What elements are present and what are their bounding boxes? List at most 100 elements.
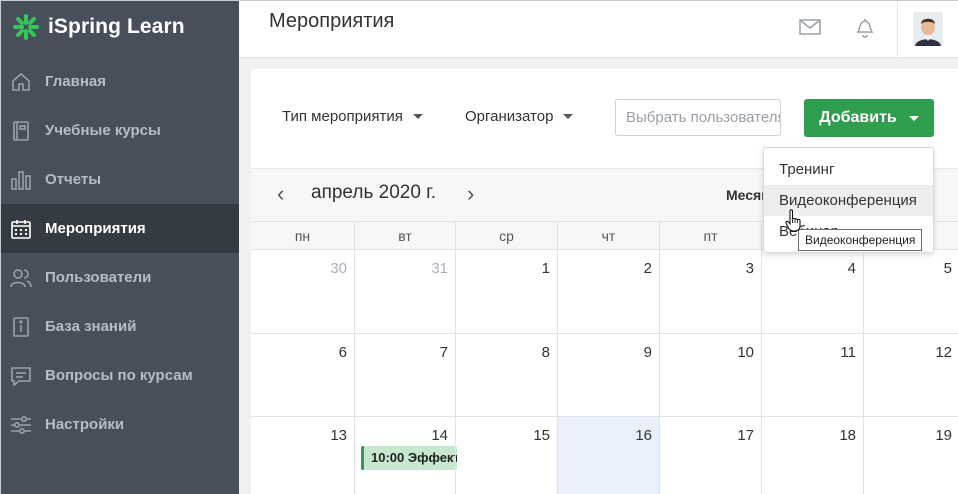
sidebar-item-courses[interactable]: Учебные курсы bbox=[1, 106, 239, 155]
day-number: 6 bbox=[338, 344, 347, 361]
weekday-header: пт bbox=[659, 222, 761, 250]
calendar-day-cell[interactable]: 10 bbox=[659, 334, 761, 417]
sidebar-item-home[interactable]: Главная bbox=[1, 57, 239, 106]
calendar-event[interactable]: 10:00 Эффективные продажи bbox=[361, 446, 457, 470]
info-book-icon bbox=[10, 316, 32, 338]
user-menu[interactable] bbox=[897, 1, 958, 57]
tooltip: Видеоконференция bbox=[798, 229, 923, 251]
day-number: 4 bbox=[847, 260, 856, 277]
day-number: 11 bbox=[840, 344, 856, 361]
calendar-day-cell[interactable]: 15 bbox=[455, 417, 557, 494]
sidebar-item-events[interactable]: Мероприятия bbox=[1, 204, 239, 253]
day-number: 14 bbox=[431, 427, 448, 444]
sidebar-item-label: Настройки bbox=[45, 416, 125, 433]
day-number: 1 bbox=[541, 260, 550, 277]
prev-month-icon[interactable]: ‹ bbox=[277, 183, 284, 205]
sidebar-item-label: Учебные курсы bbox=[45, 122, 161, 139]
weekday-header: ср bbox=[455, 222, 557, 250]
day-number: 8 bbox=[541, 344, 550, 361]
calendar-day-cell[interactable]: 4 bbox=[761, 250, 863, 334]
day-number: 13 bbox=[330, 427, 347, 444]
bar-chart-icon bbox=[10, 169, 32, 191]
calendar-day-cell[interactable]: 5 bbox=[863, 250, 958, 334]
calendar-day-cell[interactable]: 14 10:00 Эффективные продажи bbox=[354, 417, 457, 494]
day-number: 17 bbox=[737, 427, 754, 444]
chat-icon bbox=[10, 365, 32, 387]
users-icon bbox=[10, 267, 32, 289]
day-number: 3 bbox=[745, 260, 754, 277]
calendar-day-cell[interactable]: 18 bbox=[761, 417, 863, 494]
chevron-down-icon bbox=[908, 115, 919, 121]
sidebar: iSpring Learn Главная Учебные курсы Отче… bbox=[1, 1, 239, 494]
menu-item-training[interactable]: Тренинг bbox=[764, 154, 933, 185]
avatar[interactable] bbox=[913, 12, 943, 46]
day-number: 10 bbox=[737, 344, 754, 361]
sidebar-nav: Главная Учебные курсы Отчеты Мероприятия… bbox=[1, 57, 239, 449]
book-icon bbox=[10, 120, 32, 142]
calendar-day-cell[interactable]: 13 bbox=[251, 417, 354, 494]
mail-icon[interactable] bbox=[798, 15, 822, 39]
chevron-down-icon bbox=[563, 114, 574, 119]
calendar-day-cell[interactable]: 12 bbox=[863, 334, 958, 417]
organizer-filter[interactable]: Организатор bbox=[465, 108, 574, 125]
sidebar-item-knowledge-base[interactable]: База знаний bbox=[1, 302, 239, 351]
month-title: апрель 2020 г. bbox=[311, 182, 437, 203]
app-logo[interactable]: iSpring Learn bbox=[1, 1, 239, 53]
day-number: 15 bbox=[533, 427, 550, 444]
calendar-day-cell[interactable]: 17 bbox=[659, 417, 761, 494]
calendar-day-cell[interactable]: 2 bbox=[557, 250, 659, 334]
next-month-icon[interactable]: › bbox=[467, 183, 474, 205]
add-button[interactable]: Добавить bbox=[804, 99, 934, 137]
page-title: Мероприятия bbox=[269, 10, 395, 32]
sidebar-item-reports[interactable]: Отчеты bbox=[1, 155, 239, 204]
chevron-down-icon bbox=[412, 114, 423, 119]
sidebar-item-label: Вопросы по курсам bbox=[45, 367, 193, 384]
calendar-day-cell[interactable]: 9 bbox=[557, 334, 659, 417]
calendar-day-cell[interactable]: 19 bbox=[863, 417, 958, 494]
top-bar: Мероприятия bbox=[239, 1, 958, 58]
app-name: iSpring Learn bbox=[48, 15, 185, 38]
day-number: 9 bbox=[643, 344, 652, 361]
event-type-label: Тип мероприятия bbox=[282, 108, 403, 125]
calendar-day-cell[interactable]: 6 bbox=[251, 334, 354, 417]
ispring-logo-icon bbox=[13, 14, 39, 40]
day-number: 12 bbox=[935, 344, 952, 361]
weekday-header: чт bbox=[557, 222, 659, 250]
sidebar-item-users[interactable]: Пользователи bbox=[1, 253, 239, 302]
sidebar-item-label: Отчеты bbox=[45, 171, 102, 188]
calendar-day-cell[interactable]: 11 bbox=[761, 334, 863, 417]
organizer-label: Организатор bbox=[465, 108, 554, 125]
day-number: 30 bbox=[330, 260, 347, 277]
add-button-label: Добавить bbox=[819, 109, 897, 126]
day-number: 2 bbox=[643, 260, 652, 277]
sidebar-item-label: Пользователи bbox=[45, 269, 152, 286]
day-number: 5 bbox=[943, 260, 952, 277]
calendar-day-cell[interactable]: 16 bbox=[557, 417, 659, 494]
user-select-input[interactable] bbox=[615, 99, 781, 136]
hand-cursor-icon bbox=[785, 209, 801, 232]
sidebar-item-label: Главная bbox=[45, 73, 107, 90]
event-type-filter[interactable]: Тип мероприятия bbox=[282, 108, 423, 125]
calendar-day-cell[interactable]: 8 bbox=[455, 334, 557, 417]
calendar-day-cell[interactable]: 3 bbox=[659, 250, 761, 334]
bell-icon[interactable] bbox=[853, 15, 877, 39]
calendar-day-cell[interactable]: 30 bbox=[251, 250, 354, 334]
weekday-header: вт bbox=[354, 222, 455, 250]
calendar-day-cell[interactable]: 1 bbox=[455, 250, 557, 334]
calendar-icon bbox=[10, 218, 32, 240]
calendar-grid: пнвтсрчтптсбвс 3031123456789101112131410… bbox=[251, 221, 958, 494]
day-number: 7 bbox=[439, 344, 448, 361]
day-number: 31 bbox=[431, 260, 448, 277]
sidebar-item-course-questions[interactable]: Вопросы по курсам bbox=[1, 351, 239, 400]
sliders-icon bbox=[10, 414, 32, 436]
day-number: 18 bbox=[839, 427, 856, 444]
home-icon bbox=[10, 71, 32, 93]
sidebar-item-label: База знаний bbox=[45, 318, 137, 335]
sidebar-item-settings[interactable]: Настройки bbox=[1, 400, 239, 449]
weekday-header: пн bbox=[294, 228, 311, 244]
sidebar-item-label: Мероприятия bbox=[45, 220, 146, 237]
calendar-day-cell[interactable]: 31 bbox=[354, 250, 455, 334]
calendar-day-cell[interactable]: 7 bbox=[354, 334, 455, 417]
day-number: 16 bbox=[635, 427, 652, 444]
day-number: 19 bbox=[935, 427, 952, 444]
